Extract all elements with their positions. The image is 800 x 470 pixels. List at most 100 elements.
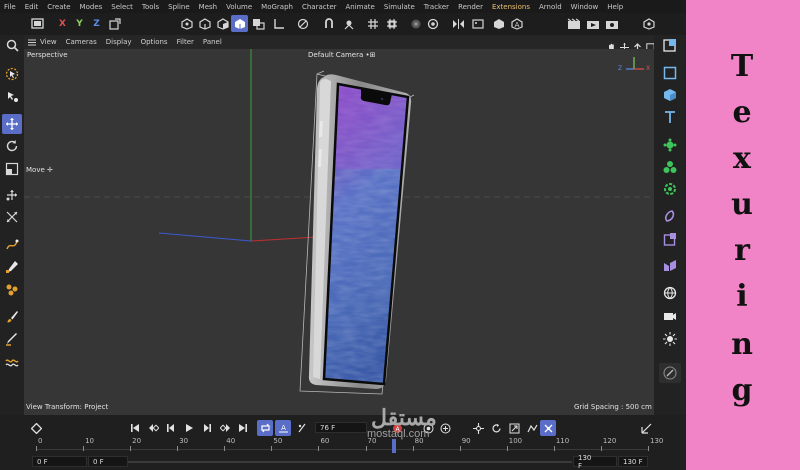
- param-key-icon[interactable]: [524, 420, 540, 436]
- snap-settings-icon[interactable]: [340, 15, 357, 32]
- knife-icon[interactable]: [2, 329, 22, 349]
- start-frame-field[interactable]: 0 F: [32, 456, 87, 467]
- transform-icon[interactable]: [2, 185, 22, 205]
- edges-mode-icon[interactable]: [196, 15, 213, 32]
- camera-icon[interactable]: [659, 306, 681, 326]
- goto-end-icon[interactable]: [235, 420, 251, 436]
- points-mode-icon[interactable]: [178, 15, 195, 32]
- light-icon[interactable]: [659, 329, 681, 349]
- loop-icon[interactable]: [257, 420, 273, 436]
- end-frame-field[interactable]: 130 F: [618, 456, 648, 467]
- cloner-icon[interactable]: [659, 157, 681, 177]
- menu-item-extensions[interactable]: Extensions: [492, 3, 530, 11]
- viewport-menu-view[interactable]: View: [40, 38, 57, 46]
- field-icon[interactable]: [659, 206, 681, 226]
- menu-item-character[interactable]: Character: [302, 3, 337, 11]
- menu-item-edit[interactable]: Edit: [25, 3, 39, 11]
- scale-key-icon[interactable]: [506, 420, 522, 436]
- keyframe-icon[interactable]: [28, 420, 44, 436]
- axis-y-button[interactable]: Y: [71, 15, 88, 32]
- brush-icon[interactable]: [2, 307, 22, 327]
- attribute-icon[interactable]: [659, 35, 681, 55]
- menu-item-animate[interactable]: Animate: [346, 3, 375, 11]
- menu-item-render[interactable]: Render: [458, 3, 483, 11]
- axis-mode-icon[interactable]: [270, 15, 287, 32]
- paint-icon[interactable]: [2, 280, 22, 300]
- coordinate-system-icon[interactable]: [106, 15, 123, 32]
- viewport-menu-display[interactable]: Display: [106, 38, 132, 46]
- viewport-solo-icon[interactable]: [424, 15, 441, 32]
- sub-tool-icon[interactable]: [2, 86, 22, 106]
- generator-icon[interactable]: [659, 135, 681, 155]
- extrude-icon[interactable]: [2, 207, 22, 227]
- scene-icon[interactable]: [659, 229, 681, 249]
- snap-icon[interactable]: [320, 15, 337, 32]
- position-key-icon[interactable]: [470, 420, 486, 436]
- render-settings-icon[interactable]: [603, 15, 620, 32]
- menu-item-mograph[interactable]: MoGraph: [261, 3, 293, 11]
- move-icon[interactable]: [2, 114, 22, 134]
- model-mode-icon[interactable]: [231, 15, 248, 32]
- render-to-picture-viewer-icon[interactable]: [584, 15, 601, 32]
- workplane-icon[interactable]: [383, 15, 400, 32]
- live-selection-icon[interactable]: [2, 64, 22, 84]
- point-level-key-icon[interactable]: [540, 420, 556, 436]
- preview-end-field[interactable]: 130 F: [573, 454, 617, 470]
- goto-start-icon[interactable]: [127, 420, 143, 436]
- menu-item-simulate[interactable]: Simulate: [384, 3, 415, 11]
- render-region-icon[interactable]: [407, 15, 424, 32]
- cloth-icon[interactable]: [659, 256, 681, 276]
- prev-frame-icon[interactable]: [163, 420, 179, 436]
- menu-item-volume[interactable]: Volume: [226, 3, 252, 11]
- menu-item-tools[interactable]: Tools: [142, 3, 159, 11]
- auto-key-icon[interactable]: A: [275, 420, 291, 436]
- viewport-menu-filter[interactable]: Filter: [177, 38, 194, 46]
- cube-outline-icon[interactable]: [659, 63, 681, 83]
- next-key-icon[interactable]: [217, 420, 233, 436]
- scale-icon[interactable]: [2, 159, 22, 179]
- prev-key-icon[interactable]: [145, 420, 161, 436]
- uv-mode-icon[interactable]: [250, 15, 267, 32]
- object-manager-icon[interactable]: [490, 15, 507, 32]
- menu-item-window[interactable]: Window: [571, 3, 599, 11]
- playhead[interactable]: [391, 439, 396, 453]
- menu-item-file[interactable]: File: [4, 3, 16, 11]
- mode-selector-icon[interactable]: [640, 15, 657, 32]
- text-icon[interactable]: [659, 107, 681, 127]
- current-frame-field[interactable]: 76 F: [315, 422, 367, 433]
- next-frame-icon[interactable]: [199, 420, 215, 436]
- menu-item-select[interactable]: Select: [111, 3, 133, 11]
- key-selection-icon[interactable]: [437, 420, 453, 436]
- menu-item-spline[interactable]: Spline: [168, 3, 190, 11]
- render-view-icon[interactable]: [565, 15, 582, 32]
- menu-item-mesh[interactable]: Mesh: [199, 3, 217, 11]
- edit-render-icon[interactable]: [659, 363, 681, 383]
- axis-z-button[interactable]: Z: [88, 15, 105, 32]
- axis-x-button[interactable]: X: [54, 15, 71, 32]
- solo-icon[interactable]: [294, 15, 311, 32]
- preview-range-bar[interactable]: [128, 461, 572, 463]
- cube-icon[interactable]: [659, 85, 681, 105]
- viewport-menu-panel[interactable]: Panel: [203, 38, 222, 46]
- polygons-mode-icon[interactable]: [214, 15, 231, 32]
- keyframe-settings-icon[interactable]: [294, 420, 310, 436]
- camera-label[interactable]: Default Camera •⊞: [308, 51, 376, 59]
- arnold-icon[interactable]: A: [508, 15, 525, 32]
- symmetry-icon[interactable]: [450, 15, 467, 32]
- menu-item-help[interactable]: Help: [607, 3, 623, 11]
- weight-icon[interactable]: [2, 351, 22, 371]
- deformer-icon[interactable]: [659, 179, 681, 199]
- rotate-icon[interactable]: [2, 136, 22, 156]
- texture-axis-icon[interactable]: [469, 15, 486, 32]
- search-icon[interactable]: [2, 35, 22, 55]
- play-icon[interactable]: [181, 420, 197, 436]
- 3d-viewport[interactable]: Perspective Default Camera •⊞ Move ✛ Vie…: [24, 49, 654, 415]
- menu-item-arnold[interactable]: Arnold: [539, 3, 562, 11]
- menu-item-create[interactable]: Create: [47, 3, 70, 11]
- environment-icon[interactable]: [659, 283, 681, 303]
- hamburger-icon[interactable]: [24, 39, 40, 46]
- grid-snap-icon[interactable]: [364, 15, 381, 32]
- viewport-menu-options[interactable]: Options: [141, 38, 168, 46]
- menu-item-tracker[interactable]: Tracker: [424, 3, 449, 11]
- rotation-key-icon[interactable]: [488, 420, 504, 436]
